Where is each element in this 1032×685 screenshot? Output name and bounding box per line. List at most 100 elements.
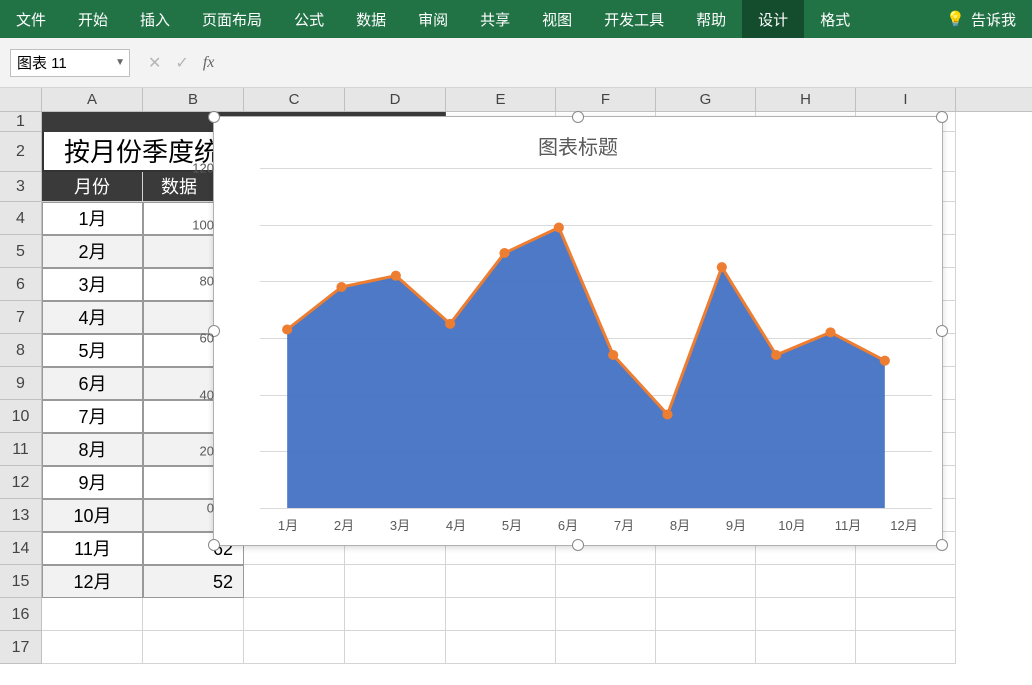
row-header[interactable]: 5 (0, 235, 42, 268)
column-header[interactable]: B (143, 88, 244, 111)
ribbon-tab[interactable]: 文件 (0, 0, 62, 38)
row-header[interactable]: 13 (0, 499, 42, 532)
cell[interactable] (446, 598, 556, 631)
ribbon-tab[interactable]: 帮助 (680, 0, 742, 38)
name-box-value: 图表 11 (17, 52, 67, 73)
ribbon-tab[interactable]: 开始 (62, 0, 124, 38)
resize-handle[interactable] (936, 325, 948, 337)
row-header[interactable]: 2 (0, 132, 42, 172)
tell-me[interactable]: 💡告诉我 (930, 0, 1032, 38)
row-header[interactable]: 6 (0, 268, 42, 301)
cell[interactable] (756, 631, 856, 664)
row-header[interactable]: 12 (0, 466, 42, 499)
cell-month[interactable]: 2月 (42, 235, 143, 268)
resize-handle[interactable] (936, 539, 948, 551)
cell[interactable] (556, 598, 656, 631)
cell[interactable] (143, 631, 244, 664)
column-header[interactable]: F (556, 88, 656, 111)
row-header[interactable]: 1 (0, 112, 42, 132)
cell[interactable] (345, 598, 446, 631)
confirm-icon[interactable]: ✓ (175, 53, 188, 73)
column-header[interactable]: A (42, 88, 143, 111)
cell[interactable] (244, 565, 345, 598)
ribbon-tab[interactable]: 共享 (464, 0, 526, 38)
cell[interactable] (143, 598, 244, 631)
cell[interactable] (446, 631, 556, 664)
row-header[interactable]: 3 (0, 172, 42, 202)
row-header[interactable]: 14 (0, 532, 42, 565)
cell[interactable] (42, 631, 143, 664)
cell[interactable] (856, 598, 956, 631)
formula-input[interactable] (232, 49, 1032, 77)
resize-handle[interactable] (936, 111, 948, 123)
cell-value[interactable]: 52 (143, 565, 244, 598)
cell-month[interactable]: 10月 (42, 499, 143, 532)
select-all-corner[interactable] (0, 88, 42, 111)
resize-handle[interactable] (208, 111, 220, 123)
chart-title[interactable]: 图表标题 (214, 117, 942, 168)
y-tick-label: 120 (192, 161, 214, 176)
chevron-down-icon[interactable]: ▼ (115, 57, 125, 68)
ribbon-tab[interactable]: 视图 (526, 0, 588, 38)
ribbon-tab[interactable]: 数据 (340, 0, 402, 38)
fx-icon[interactable]: fx (203, 54, 215, 72)
cell[interactable] (42, 598, 143, 631)
cell[interactable] (556, 565, 656, 598)
cell-month[interactable]: 1月 (42, 202, 143, 235)
cell[interactable] (656, 565, 756, 598)
column-header[interactable]: H (756, 88, 856, 111)
cell[interactable] (345, 631, 446, 664)
cell[interactable] (856, 565, 956, 598)
row-header[interactable]: 17 (0, 631, 42, 664)
cell[interactable] (244, 598, 345, 631)
ribbon-tab[interactable]: 审阅 (402, 0, 464, 38)
cell-month[interactable]: 12月 (42, 565, 143, 598)
ribbon-tab[interactable]: 公式 (278, 0, 340, 38)
column-header[interactable]: E (446, 88, 556, 111)
cell-month[interactable]: 8月 (42, 433, 143, 466)
column-header[interactable]: I (856, 88, 956, 111)
cell[interactable] (756, 565, 856, 598)
cell[interactable] (756, 598, 856, 631)
cell-month[interactable]: 6月 (42, 367, 143, 400)
column-header[interactable]: D (345, 88, 446, 111)
cell[interactable] (656, 598, 756, 631)
resize-handle[interactable] (572, 539, 584, 551)
row-header[interactable]: 9 (0, 367, 42, 400)
ribbon-tab[interactable]: 格式 (804, 0, 866, 38)
ribbon-tab[interactable]: 页面布局 (186, 0, 278, 38)
resize-handle[interactable] (572, 111, 584, 123)
cell[interactable] (856, 631, 956, 664)
ribbon-tab[interactable]: 插入 (124, 0, 186, 38)
chart-plot-area[interactable]: 020406080100120 1月2月3月4月5月6月7月8月9月10月11月… (260, 168, 912, 508)
name-box[interactable]: 图表 11 ▼ (10, 49, 130, 77)
cell[interactable] (656, 631, 756, 664)
cell[interactable] (556, 631, 656, 664)
row-header[interactable]: 10 (0, 400, 42, 433)
column-header[interactable]: C (244, 88, 345, 111)
embedded-chart[interactable]: 图表标题 020406080100120 1月2月3月4月5月6月7月8月9月1… (213, 116, 943, 546)
cell[interactable] (244, 631, 345, 664)
cell[interactable] (345, 565, 446, 598)
ribbon-tab[interactable]: 设计 (742, 0, 804, 38)
resize-handle[interactable] (208, 539, 220, 551)
chart-marker (391, 271, 401, 281)
row-header[interactable]: 15 (0, 565, 42, 598)
cell-month[interactable]: 4月 (42, 301, 143, 334)
row-header[interactable]: 11 (0, 433, 42, 466)
cell-month[interactable]: 5月 (42, 334, 143, 367)
column-header[interactable]: G (656, 88, 756, 111)
row-header[interactable]: 16 (0, 598, 42, 631)
header-month[interactable]: 月份 (42, 172, 143, 202)
cell[interactable] (446, 565, 556, 598)
cell-month[interactable]: 7月 (42, 400, 143, 433)
cell-month[interactable]: 9月 (42, 466, 143, 499)
row-header[interactable]: 4 (0, 202, 42, 235)
spreadsheet-grid[interactable]: 1 2 按月份季度统计分析报告 3 月份 数据 41月6352月7863月827… (0, 112, 1032, 664)
row-header[interactable]: 8 (0, 334, 42, 367)
cell-month[interactable]: 3月 (42, 268, 143, 301)
cancel-icon[interactable]: ✕ (148, 53, 161, 73)
row-header[interactable]: 7 (0, 301, 42, 334)
ribbon-tab[interactable]: 开发工具 (588, 0, 680, 38)
cell-month[interactable]: 11月 (42, 532, 143, 565)
